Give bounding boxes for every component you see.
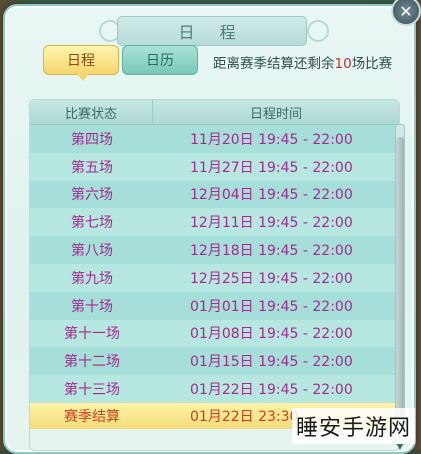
remaining-matches-info: 距离赛季结算还剩余10场比赛: [213, 52, 392, 72]
row-status: 第十一场: [64, 326, 120, 343]
row-time: 01月01日 19:45 - 22:00: [190, 298, 353, 315]
row-status: 第十二场: [64, 354, 120, 371]
info-prefix: 距离赛季结算还剩余: [213, 56, 335, 72]
row-status: 第九场: [71, 270, 113, 287]
row-time: 11月27日 19:45 - 22:00: [190, 159, 353, 176]
table-row[interactable]: 第六场 12月04日 19:45 - 22:00: [30, 180, 399, 209]
row-status: 第十场: [71, 298, 113, 315]
row-status: 第五场: [71, 159, 113, 176]
table-row[interactable]: 第十三场 01月22日 19:45 - 22:00: [30, 375, 399, 403]
tab-schedule[interactable]: 日程: [43, 45, 119, 81]
row-time: 01月15日 19:45 - 22:00: [190, 354, 353, 371]
title-ornament-right: [307, 20, 329, 42]
row-time: 01月22日 19:45 - 22:00: [190, 382, 353, 399]
scrollbar-thumb[interactable]: [396, 137, 404, 417]
row-time: 12月04日 19:45 - 22:00: [190, 187, 353, 204]
header-status: 比赛状态: [30, 100, 153, 124]
row-time: 01月08日 19:45 - 22:00: [190, 326, 353, 343]
watermark: 睡安手游网: [291, 408, 415, 444]
schedule-table: 比赛状态 日程时间 第四场 11月20日 19:45 - 22:00 第五场 11月…: [29, 99, 400, 451]
close-icon: ✕: [399, 1, 413, 21]
table-row[interactable]: 第八场 12月18日 19:45 - 22:00: [30, 236, 399, 264]
header-time: 日程时间: [249, 106, 302, 122]
row-status: 第四场: [71, 131, 113, 148]
row-status: 第七场: [71, 215, 113, 232]
row-status: 第十三场: [64, 382, 120, 399]
settle-status: 赛季结算: [64, 408, 120, 425]
row-time: 11月20日 19:45 - 22:00: [190, 131, 353, 148]
tab-calendar-label: 日历: [146, 53, 174, 69]
table-row[interactable]: 第十二场 01月15日 19:45 - 22:00: [30, 347, 399, 376]
table-row[interactable]: 第四场 11月20日 19:45 - 22:00: [30, 125, 399, 153]
scrollbar[interactable]: [395, 124, 405, 446]
info-suffix: 场比赛: [351, 56, 393, 72]
panel-title: 日 程: [178, 23, 246, 42]
row-time: 12月18日 19:45 - 22:00: [190, 243, 353, 260]
table-row[interactable]: 第七场 12月11日 19:45 - 22:00: [30, 208, 399, 237]
remaining-count: 10: [334, 56, 352, 72]
row-time: 12月11日 19:45 - 22:00: [190, 215, 353, 232]
row-status: 第六场: [71, 187, 113, 204]
table-header: 比赛状态 日程时间: [30, 100, 399, 125]
table-rows: 第四场 11月20日 19:45 - 22:00 第五场 11月27日 19:45 …: [30, 125, 399, 429]
table-row[interactable]: 第五场 11月27日 19:45 - 22:00: [30, 152, 399, 181]
table-row[interactable]: 第九场 12月25日 19:45 - 22:00: [30, 263, 399, 292]
tab-calendar[interactable]: 日历: [122, 45, 198, 75]
table-row[interactable]: 第十场 01月01日 19:45 - 22:00: [30, 291, 399, 320]
schedule-panel: 日 程 日程 日历 距离赛季结算还剩余10场比赛 比赛状态 日程时间 第四场 11…: [3, 4, 416, 454]
panel-title-plate: 日 程: [117, 16, 307, 46]
row-status: 第八场: [71, 243, 113, 260]
table-row[interactable]: 第十一场 01月08日 19:45 - 22:00: [30, 319, 399, 348]
row-time: 12月25日 19:45 - 22:00: [190, 270, 353, 287]
tab-schedule-label: 日程: [67, 53, 95, 69]
